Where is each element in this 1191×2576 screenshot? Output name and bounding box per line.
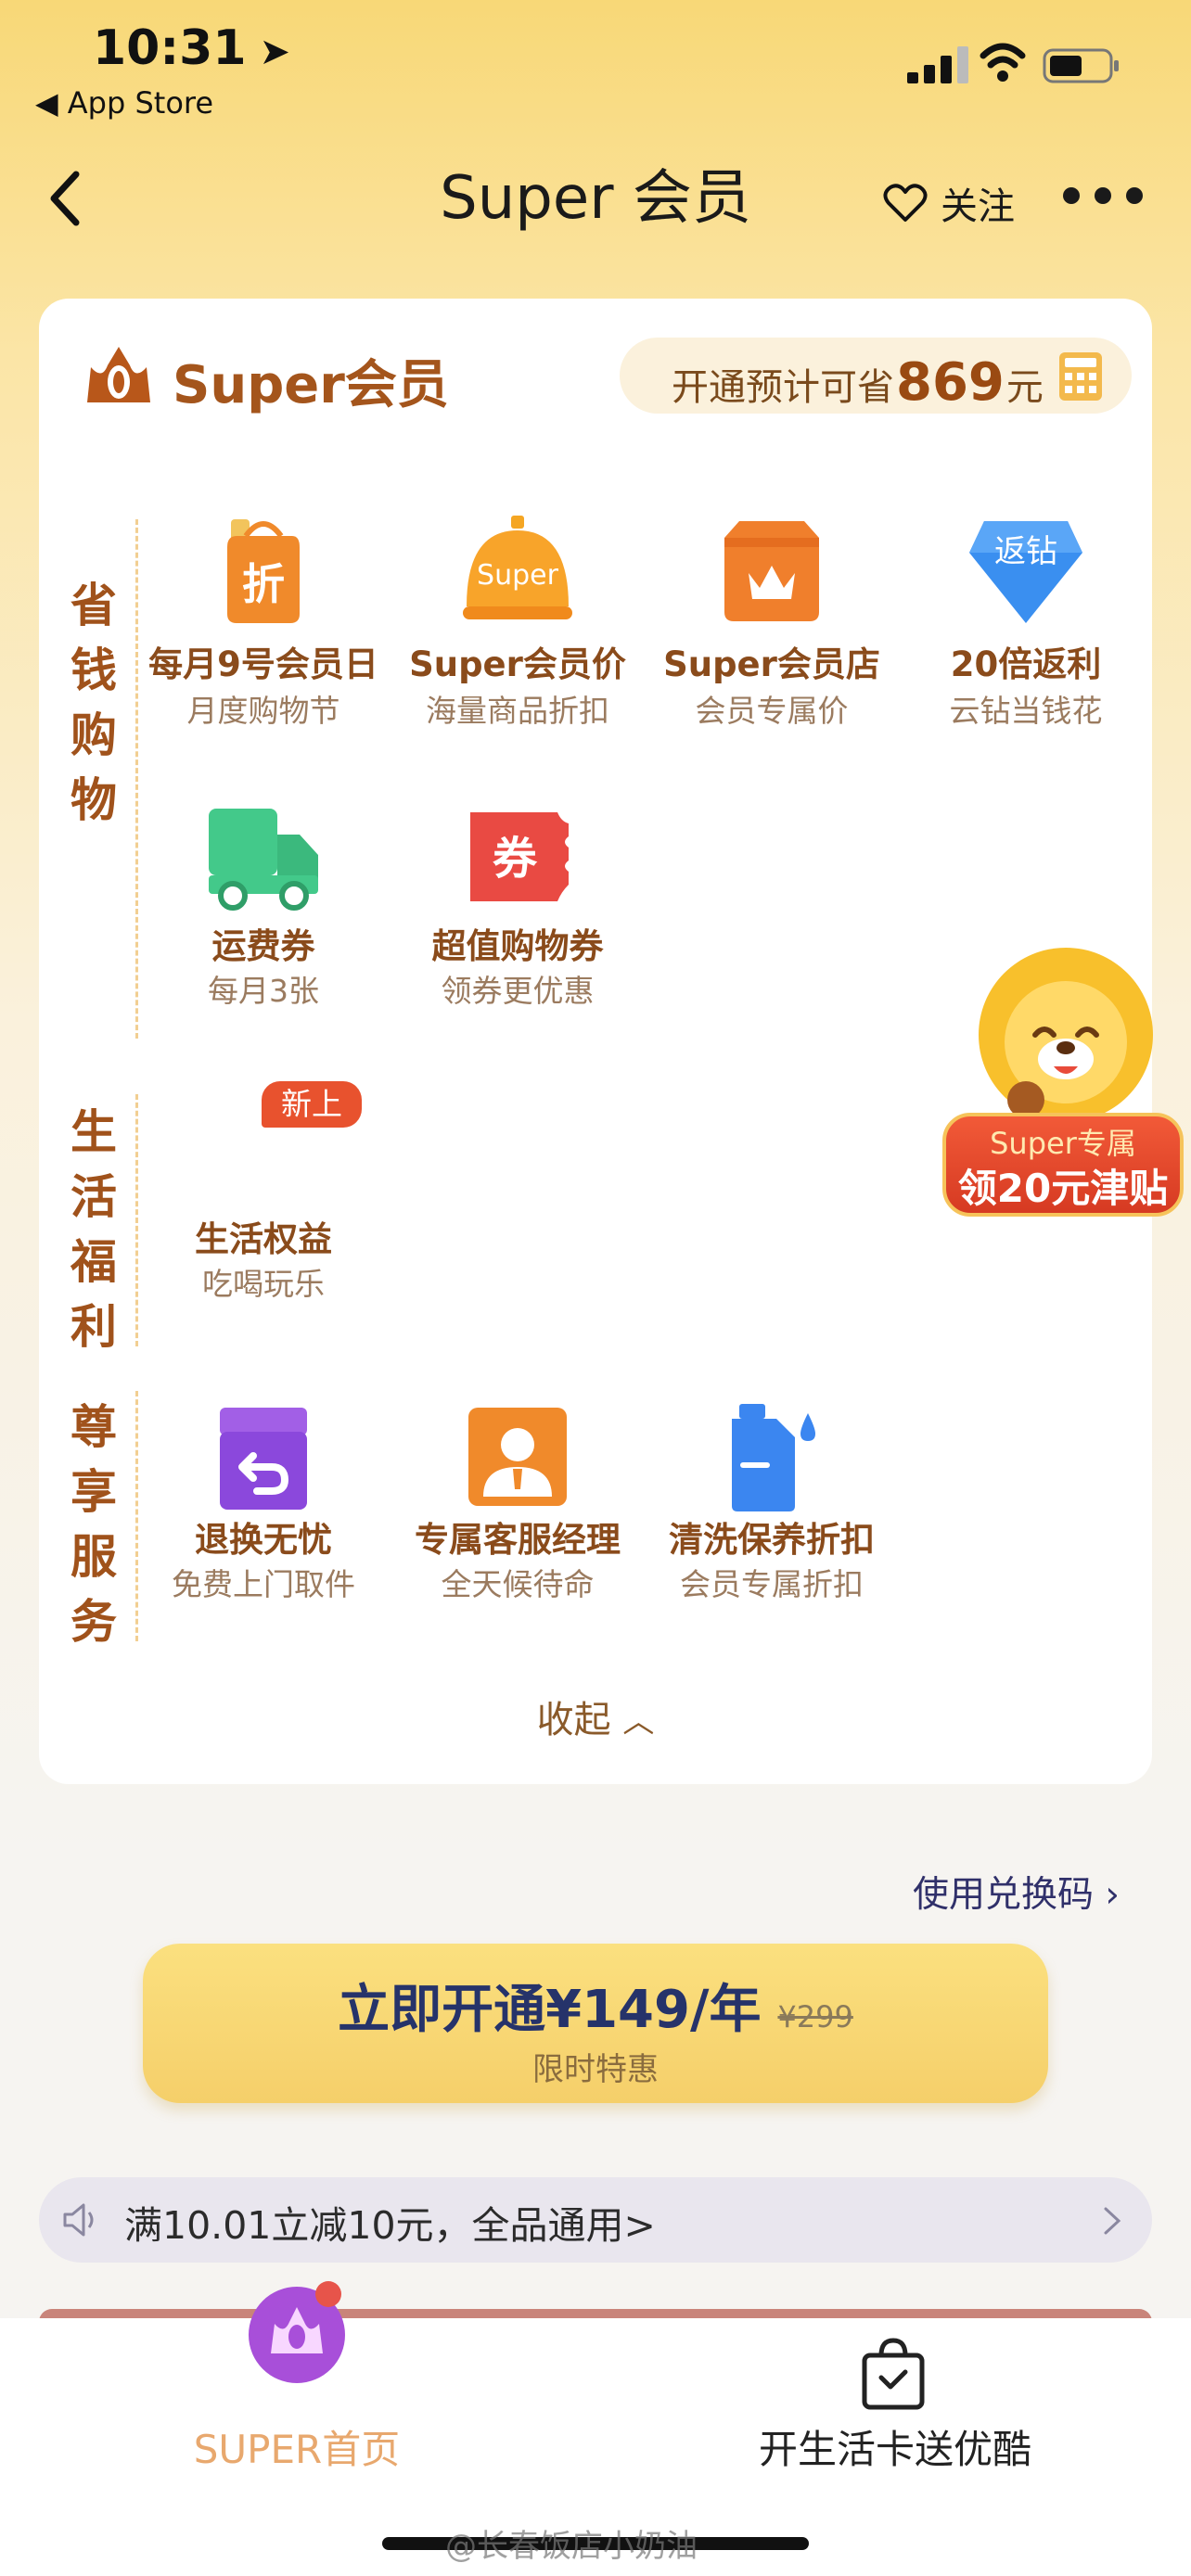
return-box-icon bbox=[220, 1408, 307, 1510]
cleaning-bottle-icon bbox=[732, 1404, 815, 1511]
super-home-tab-icon[interactable] bbox=[243, 2277, 351, 2385]
benefit-label: 20倍返利 bbox=[950, 644, 1102, 684]
location-arrow-icon: ➤ bbox=[246, 31, 290, 73]
follow-button[interactable]: 关注 bbox=[883, 176, 1015, 230]
benefit-label: 专属客服经理 bbox=[415, 1520, 621, 1560]
benefit-sub: 月度购物节 bbox=[186, 693, 340, 729]
benefit-life[interactable]: 新上 生活权益 吃喝玩乐 bbox=[134, 1076, 393, 1307]
wifi-icon bbox=[980, 43, 1026, 82]
benefit-sub: 吃喝玩乐 bbox=[202, 1266, 325, 1302]
delivery-truck-icon bbox=[209, 809, 318, 911]
status-time: 10:31 ➤ bbox=[93, 20, 290, 76]
benefit-rebate[interactable]: 返钻 20倍返利 云钻当钱花 bbox=[896, 510, 1156, 733]
cellular-signal-icon bbox=[907, 46, 968, 83]
calculator-icon[interactable] bbox=[1057, 351, 1104, 402]
chevron-up-icon: ︿ bbox=[622, 1703, 655, 1741]
benefit-super-price[interactable]: Super Super会员价 海量商品折扣 bbox=[388, 510, 647, 733]
subsidy-promo-button[interactable]: Super专属 领20元津贴 bbox=[942, 946, 1185, 1220]
benefit-member-store[interactable]: Super会员店 会员专属价 bbox=[642, 510, 902, 733]
follow-label: 关注 bbox=[941, 185, 1015, 228]
subscribe-sub: 限时特惠 bbox=[532, 2051, 659, 2088]
benefit-shipping-coupon[interactable]: 运费券 每月3张 bbox=[134, 799, 393, 1022]
benefit-cleaning[interactable]: 清洗保养折扣 会员专属折扣 bbox=[642, 1400, 902, 1623]
card-title: Super会员 bbox=[173, 355, 449, 415]
chevron-right-icon: › bbox=[1105, 1874, 1121, 1916]
battery-icon bbox=[1043, 48, 1119, 83]
discount-bag-icon: 折 bbox=[227, 519, 300, 623]
benefit-return[interactable]: 退换无忧 免费上门取件 bbox=[134, 1400, 393, 1623]
promo-line2: 领20元津贴 bbox=[957, 1166, 1169, 1211]
service-manager-icon bbox=[468, 1408, 567, 1506]
back-to-app-store[interactable]: ◀ App Store bbox=[35, 85, 213, 121]
benefit-label: 生活权益 bbox=[195, 1219, 332, 1259]
tab-super-home[interactable]: SUPER首页 bbox=[186, 2418, 408, 2475]
super-price-icon: Super bbox=[463, 516, 572, 619]
benefit-sub: 领券更优惠 bbox=[441, 973, 595, 1009]
crown-logo-icon bbox=[87, 347, 150, 402]
category-life-label: 生活福利 bbox=[70, 1105, 117, 1354]
rebate-diamond-icon: 返钻 bbox=[969, 521, 1082, 623]
benefit-label: Super会员店 bbox=[663, 644, 880, 684]
benefit-label: 清洗保养折扣 bbox=[669, 1520, 875, 1560]
benefit-label: 每月9号会员日 bbox=[148, 644, 378, 684]
redeem-label: 使用兑换码 bbox=[913, 1874, 1095, 1916]
benefit-label: Super会员价 bbox=[409, 644, 626, 684]
heart-icon bbox=[883, 184, 928, 222]
savings-amount: 869 bbox=[896, 352, 1005, 413]
promo-notice-text: 满10.01立减10元，全品通用> bbox=[124, 2203, 656, 2248]
benefit-label: 退换无忧 bbox=[195, 1520, 332, 1560]
speaker-icon bbox=[63, 2203, 94, 2237]
benefit-sub: 海量商品折扣 bbox=[426, 693, 609, 729]
new-badge: 新上 bbox=[262, 1081, 362, 1128]
member-store-icon bbox=[724, 521, 819, 621]
subscribe-price: 立即开通¥149/年 bbox=[338, 1980, 762, 2040]
coupon-icon: 券 bbox=[470, 812, 569, 901]
collapse-button[interactable]: 收起 ︿ bbox=[0, 1690, 1191, 1743]
benefit-sub: 每月3张 bbox=[208, 973, 319, 1009]
savings-suffix: 元 bbox=[1005, 366, 1044, 409]
benefit-label: 运费券 bbox=[211, 926, 315, 966]
original-price: ¥299 bbox=[777, 1999, 853, 2034]
benefit-shopping-coupon[interactable]: 券 超值购物券 领券更优惠 bbox=[388, 799, 647, 1022]
chevron-right-icon bbox=[1104, 2207, 1121, 2235]
benefit-label: 超值购物券 bbox=[431, 926, 604, 966]
collapse-label: 收起 bbox=[536, 1699, 611, 1741]
redeem-code-link[interactable]: 使用兑换码 › bbox=[913, 1866, 1120, 1918]
svg-text:返钻: 返钻 bbox=[994, 533, 1057, 570]
benefit-member-day[interactable]: 折 每月9号会员日 月度购物节 bbox=[134, 510, 393, 733]
tab-life-card[interactable]: 开生活卡送优酷 bbox=[742, 2418, 1048, 2475]
svg-text:折: 折 bbox=[242, 559, 285, 609]
benefit-service-manager[interactable]: 专属客服经理 全天候待命 bbox=[388, 1400, 647, 1623]
benefit-sub: 免费上门取件 bbox=[172, 1566, 355, 1602]
status-time-text: 10:31 bbox=[93, 20, 247, 76]
benefit-sub: 云钻当钱花 bbox=[949, 693, 1103, 729]
subscribe-main: 立即开通¥149/年 ¥299 bbox=[143, 1968, 1048, 2043]
savings-prefix: 开通预计可省 bbox=[672, 366, 894, 409]
svg-text:Super: Super bbox=[477, 559, 559, 592]
benefit-sub: 全天候待命 bbox=[441, 1566, 595, 1602]
savings-text: 开通预计可省 869 元 bbox=[672, 352, 1044, 413]
mascot-lion-icon bbox=[979, 948, 1153, 1122]
category-shopping-label: 省钱购物 bbox=[70, 579, 117, 827]
category-service-label: 尊享服务 bbox=[70, 1400, 117, 1649]
benefit-sub: 会员专属价 bbox=[695, 693, 849, 729]
benefit-sub: 会员专属折扣 bbox=[680, 1566, 864, 1602]
more-menu-icon[interactable] bbox=[1063, 187, 1143, 204]
shopping-bag-icon[interactable] bbox=[859, 2337, 928, 2411]
svg-text:券: 券 bbox=[493, 833, 538, 885]
watermark: @长春饭店小奶油 bbox=[445, 2528, 698, 2565]
